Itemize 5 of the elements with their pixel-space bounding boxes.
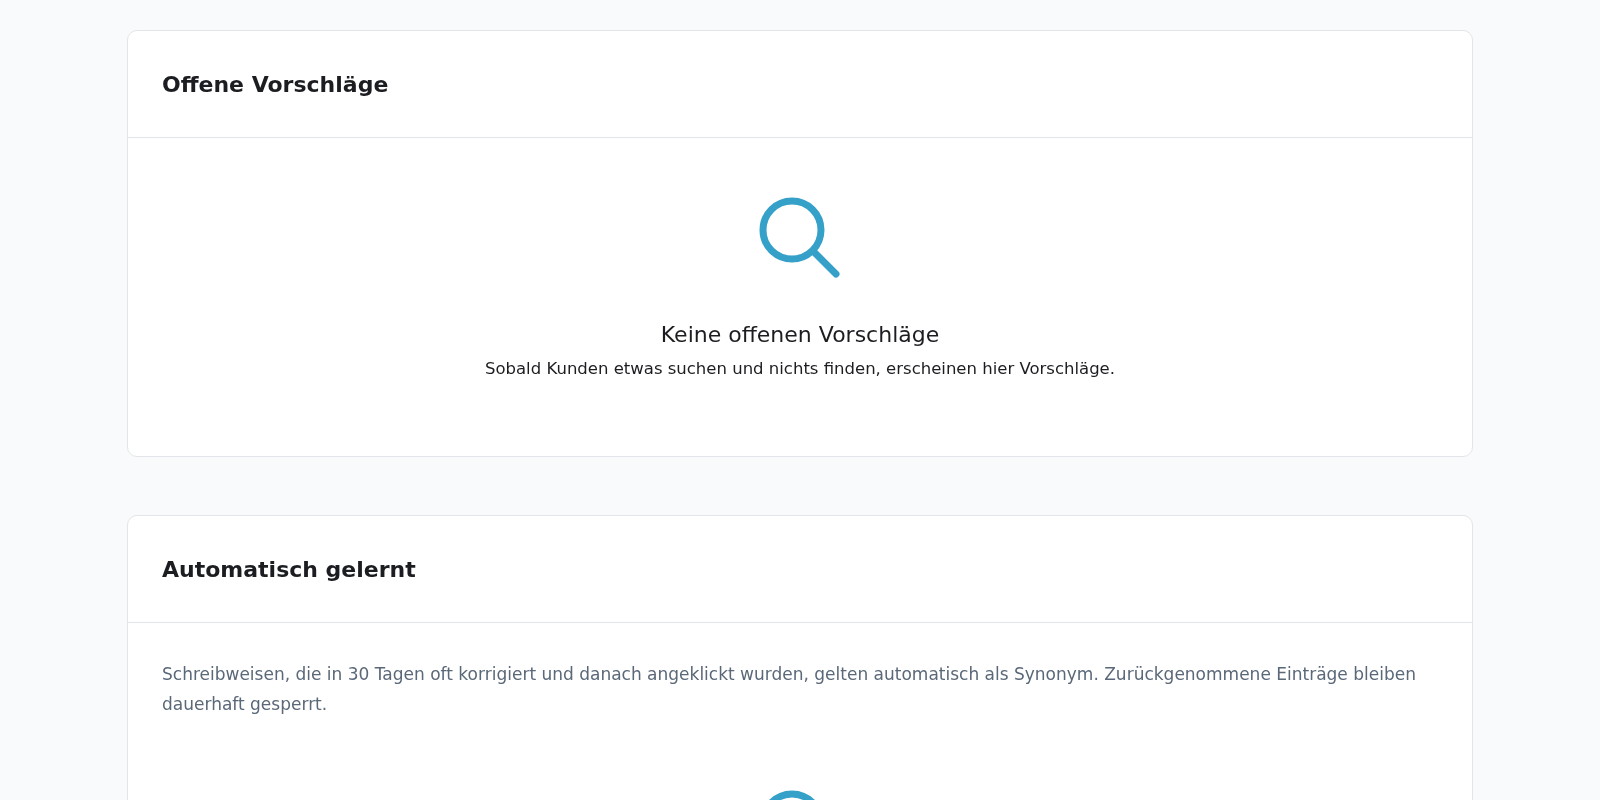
section-title: Offene Vorschläge xyxy=(162,71,389,97)
section-description: Schreibweisen, die in 30 Tagen oft korrigiert und danach angeklickt wurden, gelten automatisch als Synonym. Zurückgenommene Einträge bleiben dauerhaft gesperrt. xyxy=(162,663,1417,716)
section-title: Automatisch gelernt xyxy=(162,556,416,582)
empty-state-title: Keine offenen Vorschläge xyxy=(660,322,940,347)
empty-state-text: Sobald Kunden etwas suchen und nichts finden, erscheinen hier Vorschläge. xyxy=(484,359,1115,378)
